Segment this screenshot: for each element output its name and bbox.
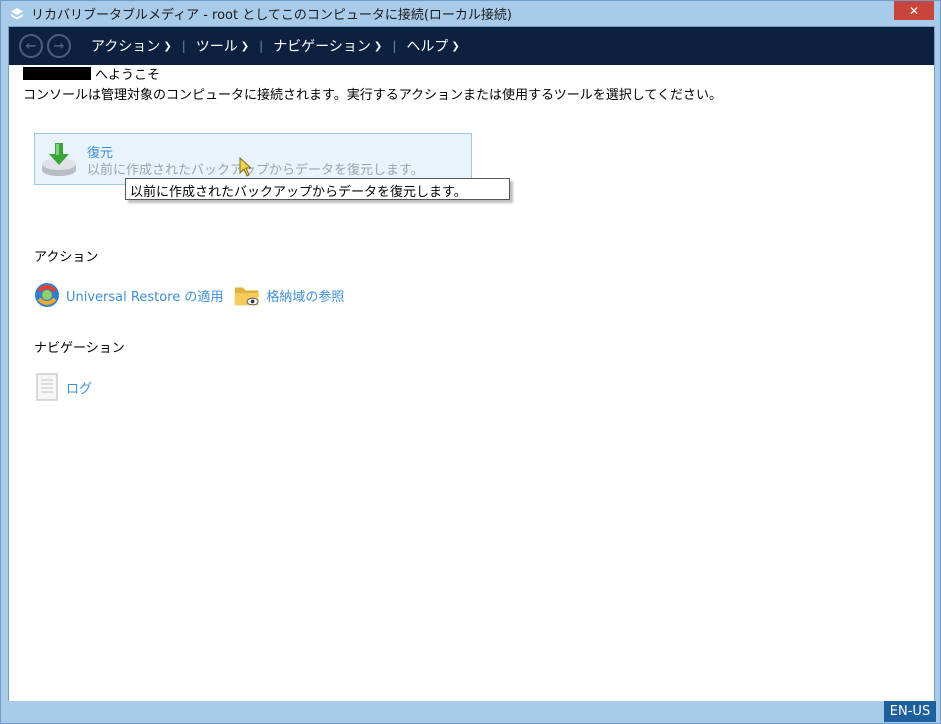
menu-tools-label: ツール bbox=[195, 39, 238, 55]
menu-help-label: ヘルプ bbox=[406, 39, 449, 55]
app-window: リカバリブータブルメディア - root としてこのコンピュータに接続(ローカル… bbox=[0, 0, 941, 724]
chevron-down-icon: ❯ bbox=[373, 40, 383, 52]
mouse-cursor-icon bbox=[239, 157, 253, 177]
menu-bar: ← → アクション ❯ | ツール ❯ | ナビゲーション ❯ | ヘルプ ❯ bbox=[9, 27, 934, 65]
restore-description: 以前に作成されたバックアップからデータを復元します。 bbox=[87, 163, 424, 178]
browse-vault-label: 格納域の参照 bbox=[266, 289, 345, 305]
log-document-icon bbox=[36, 373, 58, 401]
navigation-heading: ナビゲーション bbox=[34, 341, 125, 356]
welcome-text: へようこそ bbox=[95, 68, 161, 83]
forward-arrow-icon[interactable]: → bbox=[47, 34, 71, 58]
menu-separator: | bbox=[259, 39, 264, 53]
restore-tooltip: 以前に作成されたバックアップからデータを復元します。 bbox=[125, 178, 510, 200]
menu-separator: | bbox=[392, 39, 397, 53]
title-bar[interactable]: リカバリブータブルメディア - root としてこのコンピュータに接続(ローカル… bbox=[1, 1, 940, 26]
status-bar bbox=[1, 701, 940, 723]
redacted-product-name bbox=[23, 67, 91, 80]
menu-actions[interactable]: アクション ❯ bbox=[91, 36, 172, 56]
back-arrow-icon[interactable]: ← bbox=[19, 34, 43, 58]
folder-browse-icon bbox=[235, 287, 260, 306]
menu-tools[interactable]: ツール ❯ bbox=[196, 36, 249, 56]
navigation-list: ログ bbox=[33, 373, 102, 401]
app-icon bbox=[9, 6, 25, 22]
menu-actions-label: アクション bbox=[91, 39, 161, 55]
chevron-down-icon: ❯ bbox=[451, 40, 460, 52]
browse-vault-link[interactable]: 格納域の参照 bbox=[233, 281, 344, 309]
log-link[interactable]: ログ bbox=[33, 373, 92, 401]
menu-separator: | bbox=[181, 39, 186, 53]
log-label: ログ bbox=[66, 381, 93, 397]
chevron-down-icon: ❯ bbox=[163, 40, 172, 52]
welcome-line: へようこそ bbox=[23, 66, 161, 83]
universal-restore-label: Universal Restore の適用 bbox=[66, 289, 224, 305]
actions-heading: アクション bbox=[34, 250, 99, 265]
restore-drive-icon bbox=[42, 143, 76, 176]
intro-text: コンソールは管理対象のコンピュータに接続されます。実行するアクションまたは使用す… bbox=[23, 88, 723, 103]
close-button[interactable]: ✕ bbox=[894, 1, 934, 20]
universal-restore-link[interactable]: Universal Restore の適用 bbox=[33, 281, 223, 309]
language-indicator[interactable]: EN-US bbox=[884, 701, 936, 722]
menu-help[interactable]: ヘルプ ❯ bbox=[406, 36, 459, 56]
menu-navigation-label: ナビゲーション bbox=[273, 39, 371, 55]
universal-restore-icon bbox=[35, 283, 59, 307]
window-title: リカバリブータブルメディア - root としてこのコンピュータに接続(ローカル… bbox=[31, 8, 512, 23]
menu-navigation[interactable]: ナビゲーション ❯ bbox=[273, 36, 382, 56]
chevron-down-icon: ❯ bbox=[240, 40, 250, 52]
main-panel: ← → アクション ❯ | ツール ❯ | ナビゲーション ❯ | ヘルプ ❯ bbox=[8, 26, 935, 703]
actions-list: Universal Restore の適用 格納域の参照 bbox=[33, 281, 354, 309]
